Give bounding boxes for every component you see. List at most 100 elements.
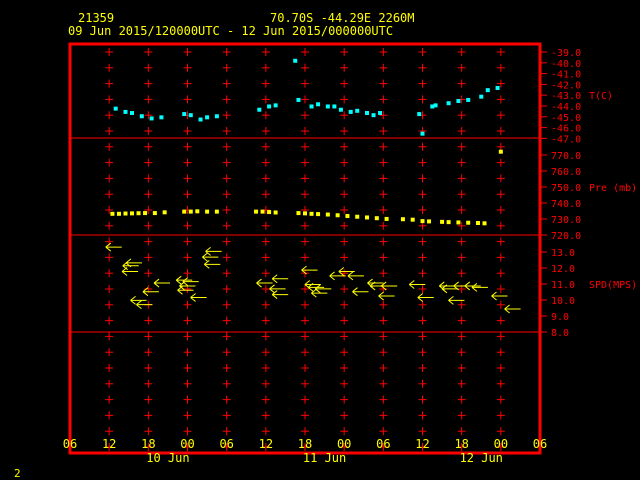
data-point: [182, 112, 187, 117]
data-point: [130, 211, 135, 216]
data-point: [316, 212, 321, 217]
data-point: [456, 220, 461, 225]
data-point: [371, 113, 376, 118]
data-point: [188, 113, 193, 118]
wind-arrow: [205, 247, 222, 256]
data-point: [273, 103, 278, 108]
plot-frame: [68, 42, 542, 455]
data-point: [332, 104, 337, 109]
data-point: [482, 221, 487, 226]
data-point: [378, 110, 383, 115]
data-point: [267, 104, 272, 109]
data-point: [475, 221, 480, 226]
y-tick-label: 10.0: [551, 296, 575, 307]
wind-arrow: [378, 291, 395, 301]
time-range: 09 Jun 2015/120000UTC - 12 Jun 2015/0000…: [68, 24, 393, 38]
wind-arrow: [190, 293, 207, 302]
data-point: [214, 209, 219, 214]
data-point: [309, 104, 314, 109]
wind-arrow: [153, 278, 171, 288]
x-tick-label: 18: [141, 437, 155, 451]
x-tick-label: 18: [298, 437, 312, 451]
data-point: [198, 117, 203, 122]
data-point: [348, 109, 353, 114]
y-tick-label: 750.0: [551, 183, 581, 194]
meteogram-chart: 21359 70.70S -44.29E 2260M 09 Jun 2015/1…: [14, 11, 637, 480]
y-tick-label: -40.0: [551, 59, 581, 70]
pressure-series: [110, 149, 503, 226]
data-point: [485, 88, 490, 93]
data-point: [257, 107, 262, 112]
data-point: [365, 215, 370, 220]
y-tick-label: 730.0: [551, 215, 581, 226]
wind-arrow: [417, 293, 434, 302]
data-point: [355, 108, 360, 113]
y-tick-label: 13.0: [551, 248, 575, 259]
data-point: [420, 219, 425, 224]
panel-label: SPD(MPS): [589, 280, 637, 291]
y-tick-label: 12.0: [551, 264, 575, 275]
data-point: [130, 110, 135, 115]
x-tick-label: 06: [219, 437, 233, 451]
y-tick-label: 740.0: [551, 199, 581, 210]
panel-label: Pre (mb): [589, 183, 637, 194]
data-point: [267, 210, 272, 215]
data-point: [433, 103, 438, 108]
data-point: [345, 214, 350, 218]
x-tick-label: 00: [180, 437, 194, 451]
x-tick-label: 18: [454, 437, 468, 451]
y-tick-label: -39.0: [551, 48, 581, 59]
data-point: [188, 209, 193, 214]
data-point: [205, 115, 210, 120]
data-point: [365, 110, 370, 115]
y-tick-label: 770.0: [551, 151, 581, 162]
data-point: [149, 116, 154, 121]
wind-arrow: [202, 252, 219, 262]
y-tick-label: 9.0: [551, 312, 569, 323]
data-point: [296, 97, 301, 102]
data-point: [420, 131, 425, 136]
page-number: 2: [14, 467, 21, 480]
data-point: [400, 217, 405, 222]
data-point: [316, 102, 321, 107]
data-point: [495, 85, 500, 90]
grid-marks: [105, 48, 505, 451]
data-point: [303, 211, 307, 216]
wind-arrow: [464, 281, 481, 291]
wind-arrow: [491, 291, 508, 301]
data-point: [260, 209, 265, 214]
x-tick-label: 06: [376, 437, 390, 451]
y-tick-label: 8.0: [551, 328, 569, 339]
data-point: [162, 210, 167, 215]
data-point: [116, 211, 121, 216]
data-point: [456, 99, 461, 104]
y-tick-label: 720.0: [551, 231, 581, 242]
panel-label: T(C): [589, 91, 613, 102]
wind-arrow: [121, 267, 139, 276]
wind-arrow: [271, 274, 289, 284]
data-point: [417, 112, 422, 117]
wind-arrow: [182, 277, 199, 287]
wind-arrow: [177, 285, 194, 295]
x-tick-label: 00: [337, 437, 351, 451]
data-point: [498, 149, 503, 154]
data-point: [254, 209, 259, 214]
x-axis: 06 12 18 00 06 12 18 00 06 12 18 00 06 10 Jun 11 Jun 12…: [63, 437, 547, 465]
header: 21359 70.70S -44.29E 2260M 09 Jun 2015/1…: [68, 11, 415, 38]
y-tick-label: -42.0: [551, 80, 581, 91]
wind-speed-series: [105, 242, 521, 314]
data-point: [466, 220, 471, 225]
y-tick-label: -43.0: [551, 91, 581, 102]
wind-arrow: [136, 300, 153, 310]
data-point: [113, 106, 118, 111]
data-point: [139, 114, 144, 119]
wind-arrow: [504, 304, 521, 314]
data-point: [123, 109, 128, 114]
data-point: [325, 212, 330, 217]
data-point: [152, 211, 157, 216]
data-point: [325, 104, 330, 109]
wind-arrow: [105, 242, 122, 252]
y-tick-label: -44.0: [551, 102, 581, 113]
y-tick-label: 760.0: [551, 167, 581, 178]
y-tick-label: -45.0: [551, 113, 581, 124]
